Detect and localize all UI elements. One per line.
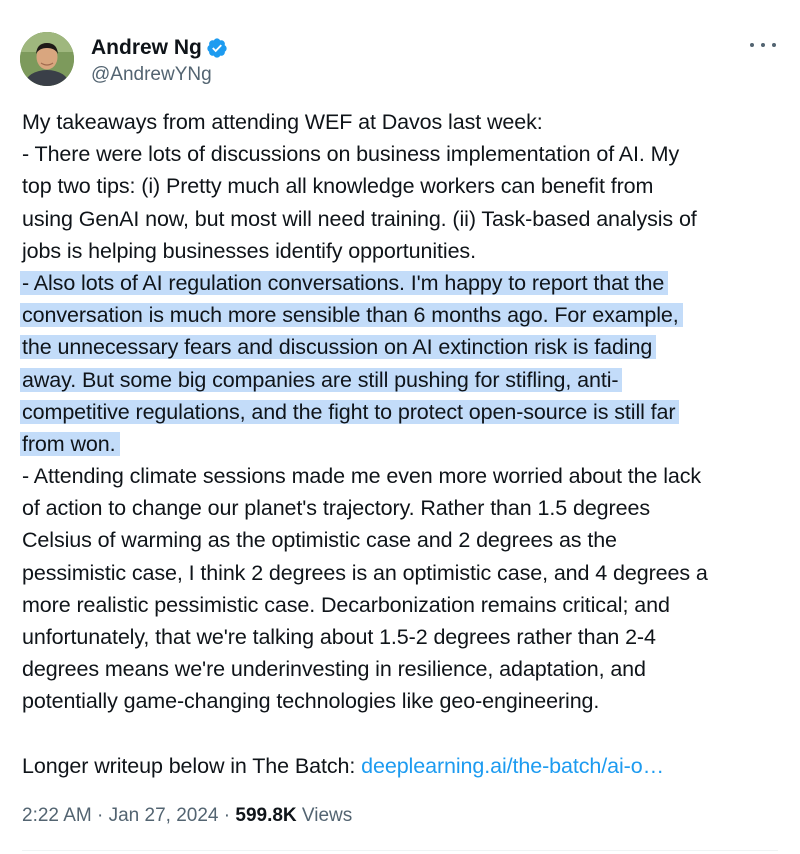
tweet-meta: 2:22 AM · Jan 27, 2024 · 599.8K Views: [22, 802, 352, 830]
tweet-date[interactable]: Jan 27, 2024: [109, 805, 219, 826]
more-options-icon[interactable]: [750, 38, 776, 52]
meta-separator: ·: [91, 805, 109, 826]
text-line: jobs is helping businesses identify oppo…: [22, 238, 476, 263]
text-line: Celsius of warming as the optimistic cas…: [22, 528, 617, 553]
highlighted-line: conversation is much more sensible than …: [20, 299, 782, 331]
closing-line: Longer writeup below in The Batch: deepl…: [22, 750, 782, 782]
meta-separator: ·: [218, 805, 236, 826]
highlighted-line: away. But some big companies are still p…: [20, 364, 782, 396]
text-line: unfortunately, that we're talking about …: [22, 625, 656, 649]
text-line: more realistic pessimistic case. Decarbo…: [22, 592, 670, 617]
views-count: 599.8K: [235, 805, 297, 826]
text-line: - Attending climate sessions made me eve…: [22, 464, 702, 489]
selection-highlight: competitive regulations, and the fight t…: [20, 399, 680, 424]
highlighted-line: - Also lots of AI regulation conversatio…: [20, 267, 782, 299]
text-line: pessimistic case, I think 2 degrees is a…: [22, 560, 708, 585]
selection-highlight: - Also lots of AI regulation conversatio…: [20, 270, 669, 295]
text-line: degrees means we're underinvesting in re…: [22, 657, 646, 682]
author-handle[interactable]: @AndrewYNg: [91, 62, 228, 88]
selection-highlight: away. But some big companies are still p…: [20, 367, 623, 392]
highlighted-line: the unnecessary fears and discussion on …: [20, 331, 782, 363]
text-line: top two tips: (i) Pretty much all knowle…: [22, 174, 654, 199]
tweet-text: My takeaways from attending WEF at Davos…: [20, 106, 782, 782]
tweet: Andrew Ng @AndrewYNg My takeaways from a…: [0, 0, 800, 854]
text-line: My takeaways from attending WEF at Davos…: [22, 110, 543, 134]
tweet-header: Andrew Ng @AndrewYNg: [20, 32, 780, 88]
text-line: potentially game-changing technologies l…: [22, 689, 600, 714]
text-line: - There were lots of discussions on busi…: [22, 142, 680, 167]
author-display-name[interactable]: Andrew Ng: [91, 35, 202, 61]
tweet-time[interactable]: 2:22 AM: [22, 805, 92, 826]
selection-highlight: conversation is much more sensible than …: [20, 303, 683, 328]
verified-badge-icon: [206, 37, 228, 59]
batch-link[interactable]: deeplearning.ai/the-batch/ai-o…: [361, 754, 664, 778]
highlighted-line: competitive regulations, and the fight t…: [20, 396, 782, 428]
avatar[interactable]: [20, 32, 74, 86]
highlighted-line: from won.: [20, 428, 782, 460]
selection-highlight: the unnecessary fears and discussion on …: [20, 335, 657, 360]
views-label: Views: [296, 805, 353, 826]
text-line: using GenAI now, but most will need trai…: [22, 206, 697, 231]
closing-text: Longer writeup below in The Batch:: [22, 753, 362, 778]
divider: [22, 850, 778, 851]
author-names: Andrew Ng @AndrewYNg: [91, 35, 228, 88]
selection-highlight: from won.: [20, 431, 120, 456]
text-line: of action to change our planet's traject…: [22, 496, 650, 521]
